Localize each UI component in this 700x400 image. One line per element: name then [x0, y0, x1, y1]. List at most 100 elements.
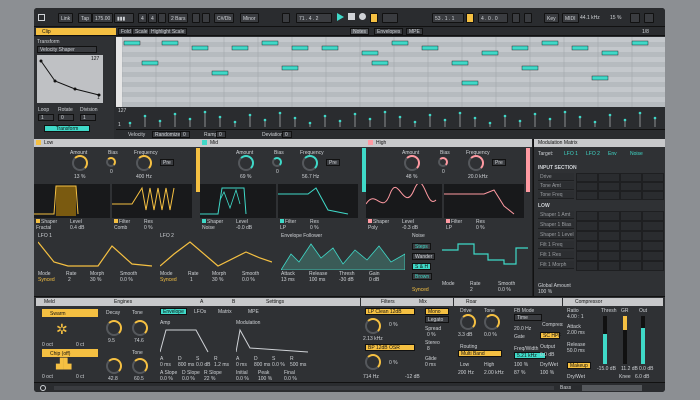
matrix-cell[interactable] — [642, 241, 664, 251]
arrangement-position[interactable]: 71 . 4 . 2 — [296, 13, 332, 23]
matrix-cell[interactable] — [576, 221, 598, 231]
amp-a[interactable]: 0 ms — [160, 362, 171, 368]
division-field[interactable]: 1 — [80, 114, 96, 121]
bias-knob[interactable] — [438, 157, 448, 167]
matrix-cell[interactable] — [642, 191, 664, 200]
matrix-tab[interactable]: Matrix — [218, 309, 232, 315]
midi-map-button[interactable]: MIDI — [562, 13, 579, 23]
matrix-cell[interactable] — [620, 251, 642, 261]
matrix-cell[interactable] — [598, 231, 620, 241]
shaper-graph[interactable]: 127 1 — [37, 55, 103, 103]
comp-release[interactable]: 50.0 ms — [567, 348, 585, 354]
osc-b-name[interactable]: Chip (off) — [50, 351, 70, 357]
bpm-field[interactable]: 175.00 — [92, 13, 114, 23]
noise-brown-button[interactable]: Brown — [412, 273, 433, 280]
matrix-cell[interactable] — [642, 231, 664, 241]
amount-knob[interactable] — [404, 155, 420, 171]
tone-knob[interactable] — [132, 320, 148, 336]
matrix-cell[interactable] — [642, 182, 664, 191]
randomize-value[interactable]: 0 — [180, 131, 190, 138]
shaper-display[interactable] — [365, 182, 442, 218]
record-icon[interactable] — [359, 13, 366, 20]
roar-tone-knob[interactable] — [484, 314, 500, 330]
tab-envelopes[interactable]: Envelopes — [374, 28, 404, 35]
loop-toggle[interactable] — [466, 13, 474, 23]
sc-hpf-button[interactable]: SC HPF — [540, 332, 561, 339]
mod-mod_s[interactable]: 0.0 % — [272, 362, 285, 368]
info-icon[interactable] — [40, 385, 46, 391]
matrix-cell[interactable] — [576, 251, 598, 261]
grid-fraction[interactable]: 1/8 — [642, 29, 649, 35]
level-value[interactable]: -0.0 dB — [236, 225, 252, 231]
roar-high[interactable]: 2.00 kHz — [484, 370, 504, 376]
comp-knee[interactable]: 6.0 dB — [635, 374, 649, 380]
metronome-button[interactable]: ▮▮▮ — [114, 13, 134, 23]
ramp-value[interactable]: 0 — [216, 131, 226, 138]
noise-rate[interactable]: 2 — [470, 287, 473, 293]
filter-type[interactable]: Comb — [114, 225, 127, 231]
mono-button[interactable]: Mono — [425, 308, 449, 315]
rotate-field[interactable]: 0 — [58, 114, 74, 121]
draw-mode-button[interactable] — [512, 13, 520, 23]
filter-type[interactable]: LP — [446, 225, 452, 231]
comp-attack[interactable]: 2.00 ms — [567, 330, 585, 336]
matrix-cell[interactable] — [576, 231, 598, 241]
band-level-strip[interactable] — [526, 148, 530, 192]
filter-display[interactable] — [112, 184, 192, 218]
shaper-type[interactable]: Fractal — [36, 225, 51, 231]
scale-select[interactable]: Minor — [240, 13, 259, 23]
filter2-freq-knob[interactable] — [365, 354, 381, 370]
tap-button[interactable]: Tap — [78, 13, 93, 23]
mod-mod_d[interactable]: 800 ms — [254, 362, 270, 368]
global-amount[interactable]: 100 % — [538, 289, 552, 295]
filter1-type[interactable]: LP Clean 12dB — [365, 308, 415, 315]
matrix-cell[interactable] — [620, 231, 642, 241]
amount-knob[interactable] — [238, 155, 254, 171]
lfo1-morph[interactable]: 30 % — [90, 277, 101, 283]
spread-value[interactable]: 0 % — [427, 332, 436, 338]
deviation-value[interactable]: 0 — [282, 131, 292, 138]
scale-mode-button[interactable] — [202, 13, 210, 23]
scroll-track[interactable] — [54, 386, 554, 390]
pre-button[interactable]: Pre — [326, 159, 340, 166]
matrix-cell[interactable] — [620, 173, 642, 182]
out-meter[interactable] — [641, 316, 645, 364]
freq-width-2[interactable]: 100 % — [514, 362, 528, 368]
matrix-cell[interactable] — [620, 241, 642, 251]
osc-a-oct[interactable]: 0 oct — [42, 342, 53, 348]
envelope-tab[interactable]: Envelope — [160, 308, 187, 315]
roar-low[interactable]: 200 Hz — [458, 370, 474, 376]
link-button[interactable]: Link — [58, 13, 74, 23]
frequency-knob[interactable] — [468, 155, 484, 171]
pre-button[interactable]: Pre — [492, 159, 506, 166]
matrix-cell[interactable] — [620, 261, 642, 271]
osc-a-name[interactable]: Swarm — [50, 311, 66, 317]
volume-value[interactable]: -12 dB — [405, 374, 420, 380]
noise-wander-button[interactable]: Wander — [412, 253, 436, 260]
level-value[interactable]: 0.4 dB — [70, 225, 84, 231]
env-attack[interactable]: 13 ms — [281, 277, 295, 283]
matrix-cell[interactable] — [576, 173, 598, 182]
sig-num-field[interactable]: 4 — [138, 13, 147, 23]
matrix-cell[interactable] — [642, 261, 664, 271]
modmatrix-tab-2[interactable]: Env — [608, 151, 617, 157]
filter-type[interactable]: LP — [280, 225, 286, 231]
osc-b-oct[interactable]: 0 oct — [42, 374, 53, 380]
tone2-knob[interactable] — [106, 358, 122, 374]
shaper-type[interactable]: Noise — [202, 225, 215, 231]
lfo2-morph[interactable]: 30 % — [212, 277, 223, 283]
env-gain[interactable]: 0 dB — [369, 277, 379, 283]
lfo1-rate[interactable]: 2 — [68, 277, 71, 283]
voices-value[interactable]: 8 — [427, 346, 430, 352]
noise-sh-button[interactable]: S & H — [412, 263, 432, 270]
filter-display[interactable] — [278, 184, 358, 218]
comp-ratio[interactable]: 4.00 : 1 — [567, 314, 584, 320]
tab-notes[interactable]: Notes — [350, 28, 370, 35]
matrix-cell[interactable] — [620, 211, 642, 221]
noise-mode[interactable]: Synced — [412, 287, 429, 293]
note-grid[interactable] — [121, 37, 665, 107]
capture-button[interactable] — [382, 13, 398, 23]
env-release[interactable]: 100 ms — [309, 277, 325, 283]
amp-s[interactable]: 0.0 dB — [196, 362, 210, 368]
tab-mpe[interactable]: MPE — [406, 28, 423, 35]
